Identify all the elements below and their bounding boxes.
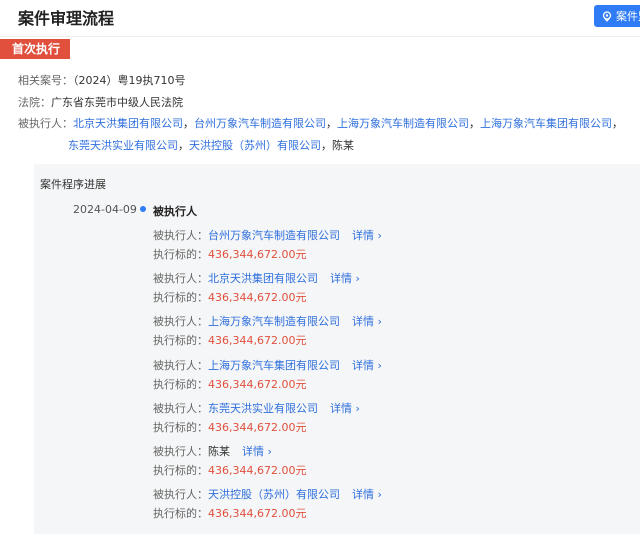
page-title: 案件审理流程	[18, 9, 115, 28]
detail-label: 详情	[330, 401, 352, 415]
detail-link[interactable]: 详情 ›	[352, 229, 382, 242]
amount-value: 436,344,672.00元	[208, 334, 307, 348]
entry-party-row: 被执行人：陈某 详情 ›	[153, 443, 272, 459]
party-name[interactable]: 北京天洪集团有限公司	[208, 272, 318, 285]
chevron-right-icon: ›	[374, 315, 382, 329]
chevron-right-icon: ›	[374, 358, 382, 372]
party-name[interactable]: 上海万象汽车集团有限公司	[208, 359, 340, 372]
amount-value: 436,344,672.00元	[208, 507, 307, 521]
entry-party-row: 被执行人：上海万象汽车制造有限公司 详情 ›	[153, 313, 382, 329]
amount-value: 436,344,672.00元	[208, 377, 307, 391]
executed-party-link[interactable]: 东莞天洪实业有限公司	[68, 139, 178, 152]
party-label: 被执行人：	[153, 488, 208, 502]
executed-persons-row-2: 东莞天洪实业有限公司，天洪控股（苏州）有限公司，陈某	[68, 137, 354, 153]
detail-label: 详情	[242, 445, 264, 458]
party-label: 被执行人：	[153, 401, 208, 415]
amount-value: 436,344,672.00元	[208, 291, 307, 305]
executed-party-link[interactable]: 上海万象汽车制造有限公司	[337, 117, 469, 130]
header: 案件审理流程 案件监	[0, 0, 640, 37]
amount-value: 436,344,672.00元	[208, 464, 307, 477]
entry-amount-row: 执行标的：436,344,672.00元	[153, 505, 306, 521]
chevron-right-icon: ›	[352, 401, 360, 415]
executed-party-link[interactable]: 上海万象汽车集团有限公司	[480, 117, 612, 130]
separator: ，	[183, 117, 194, 130]
party-label: 被执行人：	[153, 445, 208, 458]
detail-label: 详情	[352, 315, 374, 329]
party-label: 被执行人：	[153, 315, 208, 329]
entry-amount-row: 执行标的：436,344,672.00元	[153, 289, 306, 305]
detail-link[interactable]: 详情 ›	[330, 402, 360, 415]
party-label: 被执行人：	[153, 272, 208, 286]
executed-party-link[interactable]: 台州万象汽车制造有限公司	[194, 117, 326, 130]
entry-party-row: 被执行人：台州万象汽车制造有限公司 详情 ›	[153, 227, 382, 243]
timeline-dot	[140, 206, 146, 212]
party-name[interactable]: 东莞天洪实业有限公司	[208, 402, 318, 415]
section-tag: 首次执行	[0, 39, 71, 59]
amount-label: 执行标的：	[153, 420, 208, 434]
entry-party-row: 被执行人：上海万象汽车集团有限公司 详情 ›	[153, 357, 382, 373]
entry-party-row: 被执行人：东莞天洪实业有限公司 详情 ›	[153, 400, 360, 416]
chevron-right-icon: ›	[374, 229, 382, 242]
detail-link[interactable]: 详情 ›	[352, 488, 382, 501]
detail-label: 详情	[352, 229, 374, 242]
detail-link[interactable]: 详情 ›	[242, 445, 272, 458]
progress-panel	[34, 164, 640, 534]
detail-link[interactable]: 详情 ›	[352, 359, 382, 372]
case-number-label: 相关案号：	[18, 74, 73, 87]
separator: ，	[321, 139, 332, 152]
executed-persons-row: 被执行人：北京天洪集团有限公司，台州万象汽车制造有限公司，上海万象汽车制造有限公…	[18, 115, 623, 131]
case-number-row: 相关案号：（2024）粤19执710号	[18, 72, 186, 88]
amount-label: 执行标的：	[153, 464, 208, 477]
separator: ，	[178, 139, 189, 152]
detail-label: 详情	[352, 488, 374, 502]
detail-link[interactable]: 详情 ›	[352, 315, 382, 328]
court-row: 法院：广东省东莞市中级人民法院	[18, 94, 183, 110]
amount-label: 执行标的：	[153, 334, 208, 348]
chevron-right-icon: ›	[374, 488, 382, 502]
amount-label: 执行标的：	[153, 377, 208, 391]
entry-party-row: 被执行人：天洪控股（苏州）有限公司 详情 ›	[153, 486, 382, 502]
progress-title: 案件程序进展	[40, 178, 106, 191]
amount-label: 执行标的：	[153, 291, 208, 305]
party-name[interactable]: 天洪控股（苏州）有限公司	[208, 488, 340, 501]
executed-label: 被执行人：	[18, 117, 73, 130]
separator: ，	[326, 117, 337, 130]
entry-amount-row: 执行标的：436,344,672.00元	[153, 462, 306, 478]
monitor-button[interactable]: 案件监	[594, 5, 640, 27]
party-name[interactable]: 上海万象汽车制造有限公司	[208, 315, 340, 328]
entry-party-row: 被执行人：北京天洪集团有限公司 详情 ›	[153, 270, 360, 286]
amount-value: 436,344,672.00元	[208, 248, 307, 261]
separator: ，	[612, 117, 623, 130]
chevron-right-icon: ›	[264, 445, 272, 458]
entry-amount-row: 执行标的：436,344,672.00元	[153, 332, 306, 348]
amount-value: 436,344,672.00元	[208, 420, 307, 434]
entry-amount-row: 执行标的：436,344,672.00元	[153, 419, 306, 435]
party-label: 被执行人：	[153, 358, 208, 372]
court-value: 广东省东莞市中级人民法院	[51, 96, 183, 109]
case-number-value: （2024）粤19执710号	[73, 74, 186, 87]
entry-amount-row: 执行标的：436,344,672.00元	[153, 246, 306, 262]
amount-label: 执行标的：	[153, 507, 208, 521]
detail-label: 详情	[330, 272, 352, 286]
amount-label: 执行标的：	[153, 248, 208, 261]
executed-party-text: 陈某	[332, 139, 354, 152]
entry-amount-row: 执行标的：436,344,672.00元	[153, 376, 306, 392]
monitor-button-label: 案件监	[616, 10, 640, 23]
executed-party-link[interactable]: 天洪控股（苏州）有限公司	[189, 139, 321, 152]
location-pin-icon	[602, 10, 612, 22]
event-date: 2024-04-09	[73, 203, 137, 216]
chevron-right-icon: ›	[352, 272, 360, 286]
party-label: 被执行人：	[153, 229, 208, 242]
court-label: 法院：	[18, 96, 51, 109]
event-title: 被执行人	[153, 205, 197, 218]
separator: ，	[469, 117, 480, 130]
executed-party-link[interactable]: 北京天洪集团有限公司	[73, 117, 183, 130]
detail-label: 详情	[352, 358, 374, 372]
party-name: 陈某	[208, 445, 230, 458]
party-name[interactable]: 台州万象汽车制造有限公司	[208, 229, 340, 242]
detail-link[interactable]: 详情 ›	[330, 272, 360, 285]
